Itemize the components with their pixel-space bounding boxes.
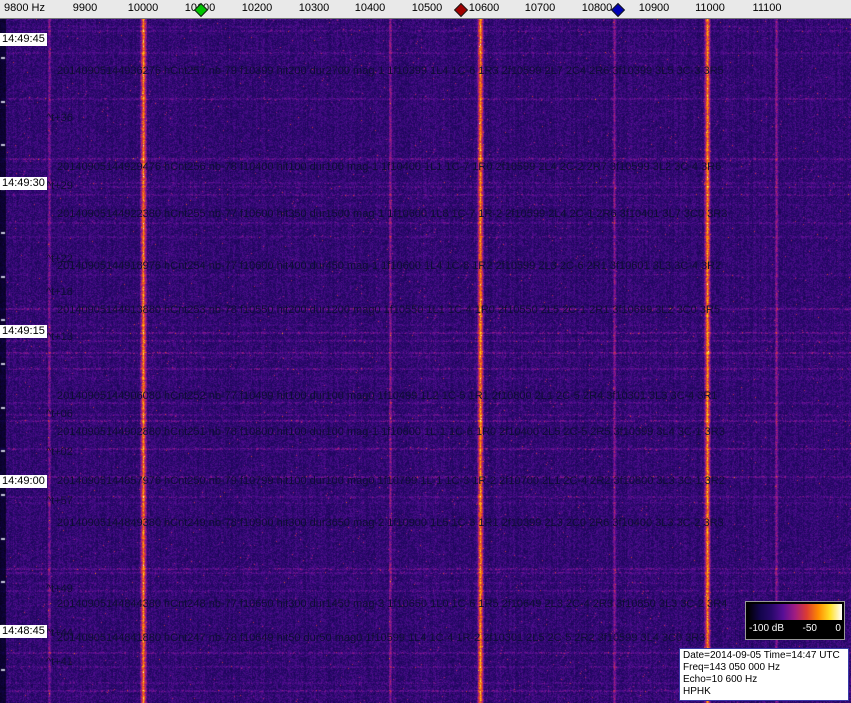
info-line-station: HPHK [683,686,711,697]
freq-tick-label: 10600 [468,2,500,14]
freq-tick-label: 10200 [241,2,273,14]
echo-time-marker: ^t+02 [46,446,73,458]
echo-time-marker: ^t+57 [46,495,73,507]
echo-detection-record: 20140905144929476 hCnt256 nb-78 f10400 h… [57,161,722,173]
freq-tick-label: 10000 [127,2,159,14]
info-line-date-time: Date=2014-09-05 Time=14:47 UTC [683,650,840,661]
echo-detection-record: 20140905144844380 hCnt248 nb-77 f10650 h… [57,598,728,610]
time-label: 14:49:30 [0,177,47,190]
freq-tick-label: 9900 [72,2,98,14]
time-label: 14:49:45 [0,33,47,46]
info-box: Date=2014-09-05 Time=14:47 UTC Freq=143 … [679,648,849,701]
time-label: 14:49:15 [0,325,47,338]
freq-tick-label: 11100 [752,2,782,14]
echo-detection-record: 20140905144936276 hCnt257 nb-79 f10399 h… [57,65,724,77]
info-line-frequency: Freq=143 050 000 Hz [683,662,781,673]
info-line-echo: Echo=10 600 Hz [683,674,758,685]
echo-time-marker: ^t+06 [46,408,73,420]
echo-detection-record: 20140905144857976 hCnt250 nb-79 f10799 h… [57,475,725,487]
echo-detection-record: 20140905144918976 hCnt254 nb-77 f10600 h… [57,260,722,272]
legend-label-min: -100 dB [749,623,785,634]
time-label: 14:48:45 [0,625,47,638]
echo-time-marker: ^t+13 [46,331,73,343]
legend-label-max: 0 [835,623,841,634]
freq-tick-label: 10800 [581,2,613,14]
db-color-legend: -100 dB -50 0 [745,601,845,640]
freq-tick-label: 10300 [298,2,330,14]
echo-detection-record: 20140905144906080 hCnt252 nb-77 f10499 h… [57,390,718,402]
legend-labels: -100 dB -50 0 [746,620,844,634]
echo-detection-record: 20140905144849380 hCnt249 nb-78 f10900 h… [57,517,724,529]
echo-detection-record: 20140905144913880 hCnt253 nb-78 f10550 h… [57,304,720,316]
echo-detection-record: 20140905144922380 hCnt255 nb-77 f10600 h… [57,208,728,220]
spectrogram-window: 9800 Hz 9900 10000 10100 10200 10300 104… [0,0,851,703]
marker-diamond-red[interactable] [453,2,469,18]
freq-tick-label: 10400 [354,2,386,14]
frequency-axis: 9800 Hz 9900 10000 10100 10200 10300 104… [0,0,851,19]
freq-tick-label: 10500 [411,2,443,14]
marker-diamond-blue[interactable] [610,2,626,18]
freq-tick-label: 11000 [695,2,725,14]
echo-time-marker: ^t+18 [46,286,73,298]
freq-tick-label: 9800 Hz [4,2,45,14]
echo-detection-record: 20140905144902880 hCnt251 nb-78 f10800 h… [57,426,725,438]
freq-tick-label: 10700 [524,2,556,14]
echo-time-marker: ^t+41 [46,656,73,668]
echo-time-marker: ^t+36 [46,112,73,124]
time-label: 14:49:00 [0,475,47,488]
echo-time-marker: ^t+49 [46,583,73,595]
echo-time-marker: ^t+29 [46,180,73,192]
legend-label-mid: -50 [802,623,817,634]
echo-detection-record: 20140905144841880 hCnt247 nb-78 f10649 h… [57,632,706,644]
legend-gradient-bar [748,604,842,620]
freq-tick-label: 10900 [638,2,670,14]
